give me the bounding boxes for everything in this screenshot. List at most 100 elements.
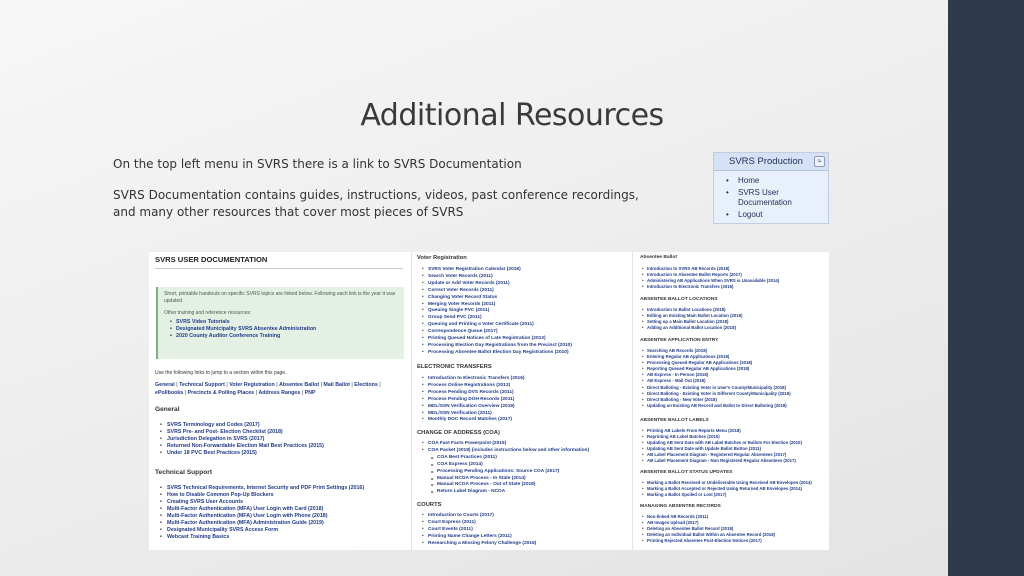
doc-link[interactable]: Processing Election Day Registrations fr… [422,343,572,350]
doc-link[interactable]: Printing Name Change Letters (2011) [422,534,536,541]
intro-text: Short, printable handouts on specific SV… [164,291,396,304]
doc-link[interactable]: Researching a Missing Felony Challenge (… [422,541,536,548]
doc-link[interactable]: Introduction to Courts (2017) [422,513,536,520]
doc-column-left: SVRS USER DOCUMENTATION Short, printable… [149,252,409,550]
doc-title: SVRS USER DOCUMENTATION [155,255,268,264]
doc-column-right: Absentee Ballot Introduction to SVRS AB … [635,252,829,550]
jump-link[interactable]: Technical Support [179,382,225,388]
doc-link[interactable]: COA Fast Facts Powerpoint (2015) [422,441,589,448]
doc-link[interactable]: Monthly DOC Record Matches (2017) [422,417,525,424]
menu-item-user-documentation[interactable]: SVRS User Documentation [726,188,828,208]
doc-link[interactable]: AB Label Placement Diagram - Non Registe… [642,458,802,464]
doc-link[interactable]: How to Disable Common Pop-Up Blockers [160,492,364,499]
section-heading-application-entry: ABSENTEE APPLICATION ENTRY [640,338,719,343]
doc-link[interactable]: Printing Queued Notices of Late Registra… [422,336,572,343]
doc-link[interactable]: MDL/SSN Verification Overview (2019) [422,404,525,411]
doc-link[interactable]: Printing Rejected Absentee Post-Election… [642,538,775,544]
doc-link[interactable]: Adding an Additional Ballot Location (20… [642,325,743,331]
doc-link[interactable]: Multi-Factor Authentication (MFA) Admini… [160,520,364,527]
doc-link[interactable]: Multi-Factor Authentication (MFA) User L… [160,513,364,520]
section-heading-electronic-transfers: ELECTRONIC TRANSFERS [417,364,492,370]
jump-link[interactable]: PNP [305,390,316,396]
resource-link[interactable]: SVRS Video Tutorials [170,319,398,326]
doc-link[interactable]: Court Express (2011) [422,520,536,527]
svrs-documentation-screenshot: SVRS USER DOCUMENTATION Short, printable… [149,252,829,550]
jump-link[interactable]: General [155,382,175,388]
doc-link[interactable]: SVRS Voter Registration Calendar (2018) [422,267,572,274]
jump-link[interactable]: Precincts & Polling Places [188,390,255,396]
doc-link[interactable]: Correct Voter Records (2011) [422,288,572,295]
section-heading-general: General [155,406,180,413]
doc-link[interactable]: Process Pending DOH Records (2011) [422,397,525,404]
doc-link[interactable]: SVRS Terminology and Codes (2017) [160,422,324,429]
electronic-transfers-list: Introduction to Electronic Transfers (20… [422,376,525,424]
jump-link[interactable]: Address Ranges [258,390,300,396]
svrs-menu-header[interactable]: SVRS Production ≈ [714,153,828,171]
section-heading-ballot-labels: ABSENTEE BALLOT LABELS [640,418,709,423]
doc-link[interactable]: Processing Absentee Ballot Election Day … [422,350,572,357]
svrs-menu-screenshot: SVRS Production ≈ Home SVRS User Documen… [713,152,829,224]
body-text-line-1: On the top left menu in SVRS there is a … [113,157,522,171]
slide-title: Additional Resources [360,98,664,133]
ballot-labels-list: Printing AB Labels From Reports Menu (20… [642,428,802,465]
jump-link[interactable]: Elections [354,382,378,388]
menu-item-home[interactable]: Home [726,176,828,186]
voter-registration-list: SVRS Voter Registration Calendar (2018) … [422,267,572,357]
status-updates-list: Marking a Ballot Received or Undeliverab… [642,480,812,498]
jump-link[interactable]: Voter Registration [229,382,275,388]
jump-link[interactable]: Mail Ballot [323,382,350,388]
svrs-menu-title: SVRS Production [729,156,803,167]
doc-link[interactable]: Marking a Ballot Spoiled or Lost (2017) [642,492,812,498]
doc-link[interactable]: Search Voter Records (2011) [422,274,572,281]
doc-link[interactable]: Under 18 PVC Best Practices (2015) [160,450,324,457]
doc-column-middle: Voter Registration SVRS Voter Registrati… [411,252,633,550]
doc-link[interactable]: Update or Add Voter Records (2011) [422,281,572,288]
svrs-menu-list: Home SVRS User Documentation Logout [714,171,828,220]
doc-link[interactable]: Process Pending DVS Records (2011) [422,390,525,397]
managing-records-list: Non-linked AB Records (2011) AB Images U… [642,514,775,545]
application-entry-list: Searching AB Records (2018) Entering Reg… [642,348,791,409]
doc-link[interactable]: Introduction to Electronic Transfers (20… [642,284,779,290]
slide-side-bar [948,0,1024,576]
doc-link[interactable]: Multi-Factor Authentication (MFA) User L… [160,506,364,513]
other-resources-label: Other training and reference resources: [164,310,252,316]
doc-link[interactable]: Process Online Registrations (2013) [422,383,525,390]
doc-link[interactable]: Webcast Training Basics [160,534,364,541]
jump-links: General | Technical Support | Voter Regi… [155,382,381,396]
jump-note: Use the following links to jump to a sec… [155,370,287,376]
doc-link[interactable]: SVRS Pre- and Post- Election Checklist (… [160,429,324,436]
section-heading-courts: COURTS [417,502,442,508]
section-heading-voter-registration: Voter Registration [417,255,467,261]
body-text-line-2: SVRS Documentation contains guides, inst… [113,188,639,219]
resources-list: SVRS Video Tutorials Designated Municipa… [164,319,398,340]
doc-link[interactable]: Changing Voter Record Status [422,295,572,302]
resource-link[interactable]: 2020 County Auditor Conference Training [170,333,398,340]
doc-sublink[interactable]: Processing Pending Applications: Source … [431,469,589,476]
doc-link[interactable]: Court Events (2011) [422,527,536,534]
doc-link[interactable]: Updating an Existing AB Record and Ballo… [642,403,791,409]
doc-link[interactable]: Jurisdiction Delegation in SVRS (2017) [160,436,324,443]
doc-sublink[interactable]: Return Label Diagram - NCOA [431,489,589,496]
resources-box: Short, printable handouts on specific SV… [156,287,404,359]
doc-link[interactable]: Designated Municipality SVRS Access Form [160,527,364,534]
collapse-icon[interactable]: ≈ [814,156,825,167]
change-of-address-list: COA Fast Facts Powerpoint (2015) COA Pac… [422,441,589,496]
section-heading-absentee-ballot: Absentee Ballot [640,255,677,260]
doc-link[interactable]: COA Packet (2018) (includes instructions… [422,448,589,455]
doc-link[interactable]: Introduction to Electronic Transfers (20… [422,376,524,383]
doc-sublink[interactable]: COA Express (2014) [431,462,589,469]
resource-link[interactable]: Designated Municipality SVRS Absentee Ad… [170,326,398,333]
doc-link[interactable]: Returned Non-Forwardable Election Mail B… [160,443,324,450]
doc-sublink[interactable]: COA Best Practices (2011) [431,455,589,462]
section-heading-technical-support: Technical Support [155,469,213,476]
absentee-ballot-list: Introduction to SVRS AB Records (2018) I… [642,266,779,290]
section-heading-status-updates: ABSENTEE BALLOT STATUS UPDATES [640,470,733,475]
doc-link[interactable]: Creating SVRS User Accounts [160,499,364,506]
jump-link[interactable]: ePollbooks [155,390,183,396]
section-heading-ballot-locations: ABSENTEE BALLOT LOCATIONS [640,297,718,302]
menu-item-logout[interactable]: Logout [726,210,828,220]
doc-link[interactable]: SVRS Technical Requirements, Internet Se… [160,485,364,492]
courts-list: Introduction to Courts (2017) Court Expr… [422,513,536,548]
general-list: SVRS Terminology and Codes (2017) SVRS P… [160,422,324,457]
jump-link[interactable]: Absentee Ballot [279,382,319,388]
